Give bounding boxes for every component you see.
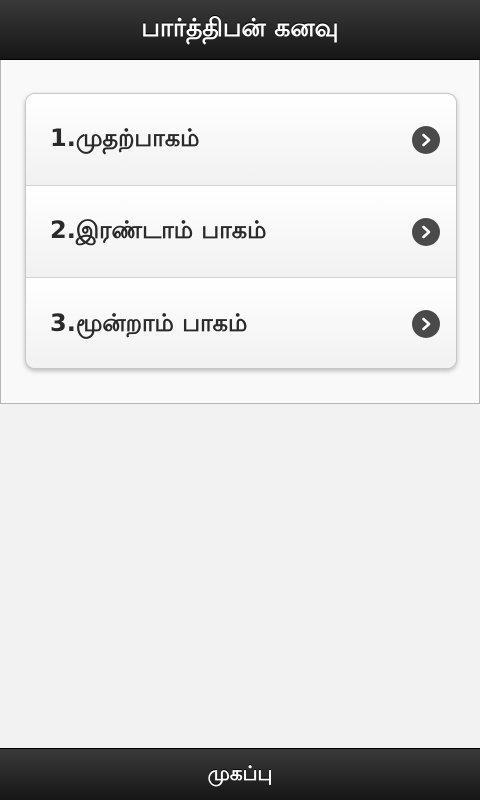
chevron-right-icon <box>412 310 440 338</box>
list-item-label: 3.மூன்றாம் பாகம் <box>50 308 248 337</box>
list-item-label: 1.முதற்பாகம் <box>50 124 200 152</box>
list-item-part-3[interactable]: 3.மூன்றாம் பாகம் <box>26 278 456 368</box>
chevron-right-icon <box>412 125 440 154</box>
list-item-label: 2.இரண்டாம் பாகம் <box>50 216 267 244</box>
content-area: 1.முதற்பாகம் 2.இரண்டாம் பாகம் 3.மூன்றாம்… <box>0 60 480 404</box>
home-footer-button[interactable]: முகப்பு <box>0 748 480 800</box>
list-item-part-2[interactable]: 2.இரண்டாம் பாகம் <box>26 186 456 278</box>
page-title: பார்த்திபன் கனவு <box>141 13 339 42</box>
home-label: முகப்பு <box>207 761 273 785</box>
chevron-right-icon <box>412 217 440 246</box>
parts-list: 1.முதற்பாகம் 2.இரண்டாம் பாகம் 3.மூன்றாம்… <box>25 93 457 369</box>
app-header: பார்த்திபன் கனவு <box>0 0 480 60</box>
list-item-part-1[interactable]: 1.முதற்பாகம் <box>26 94 456 186</box>
